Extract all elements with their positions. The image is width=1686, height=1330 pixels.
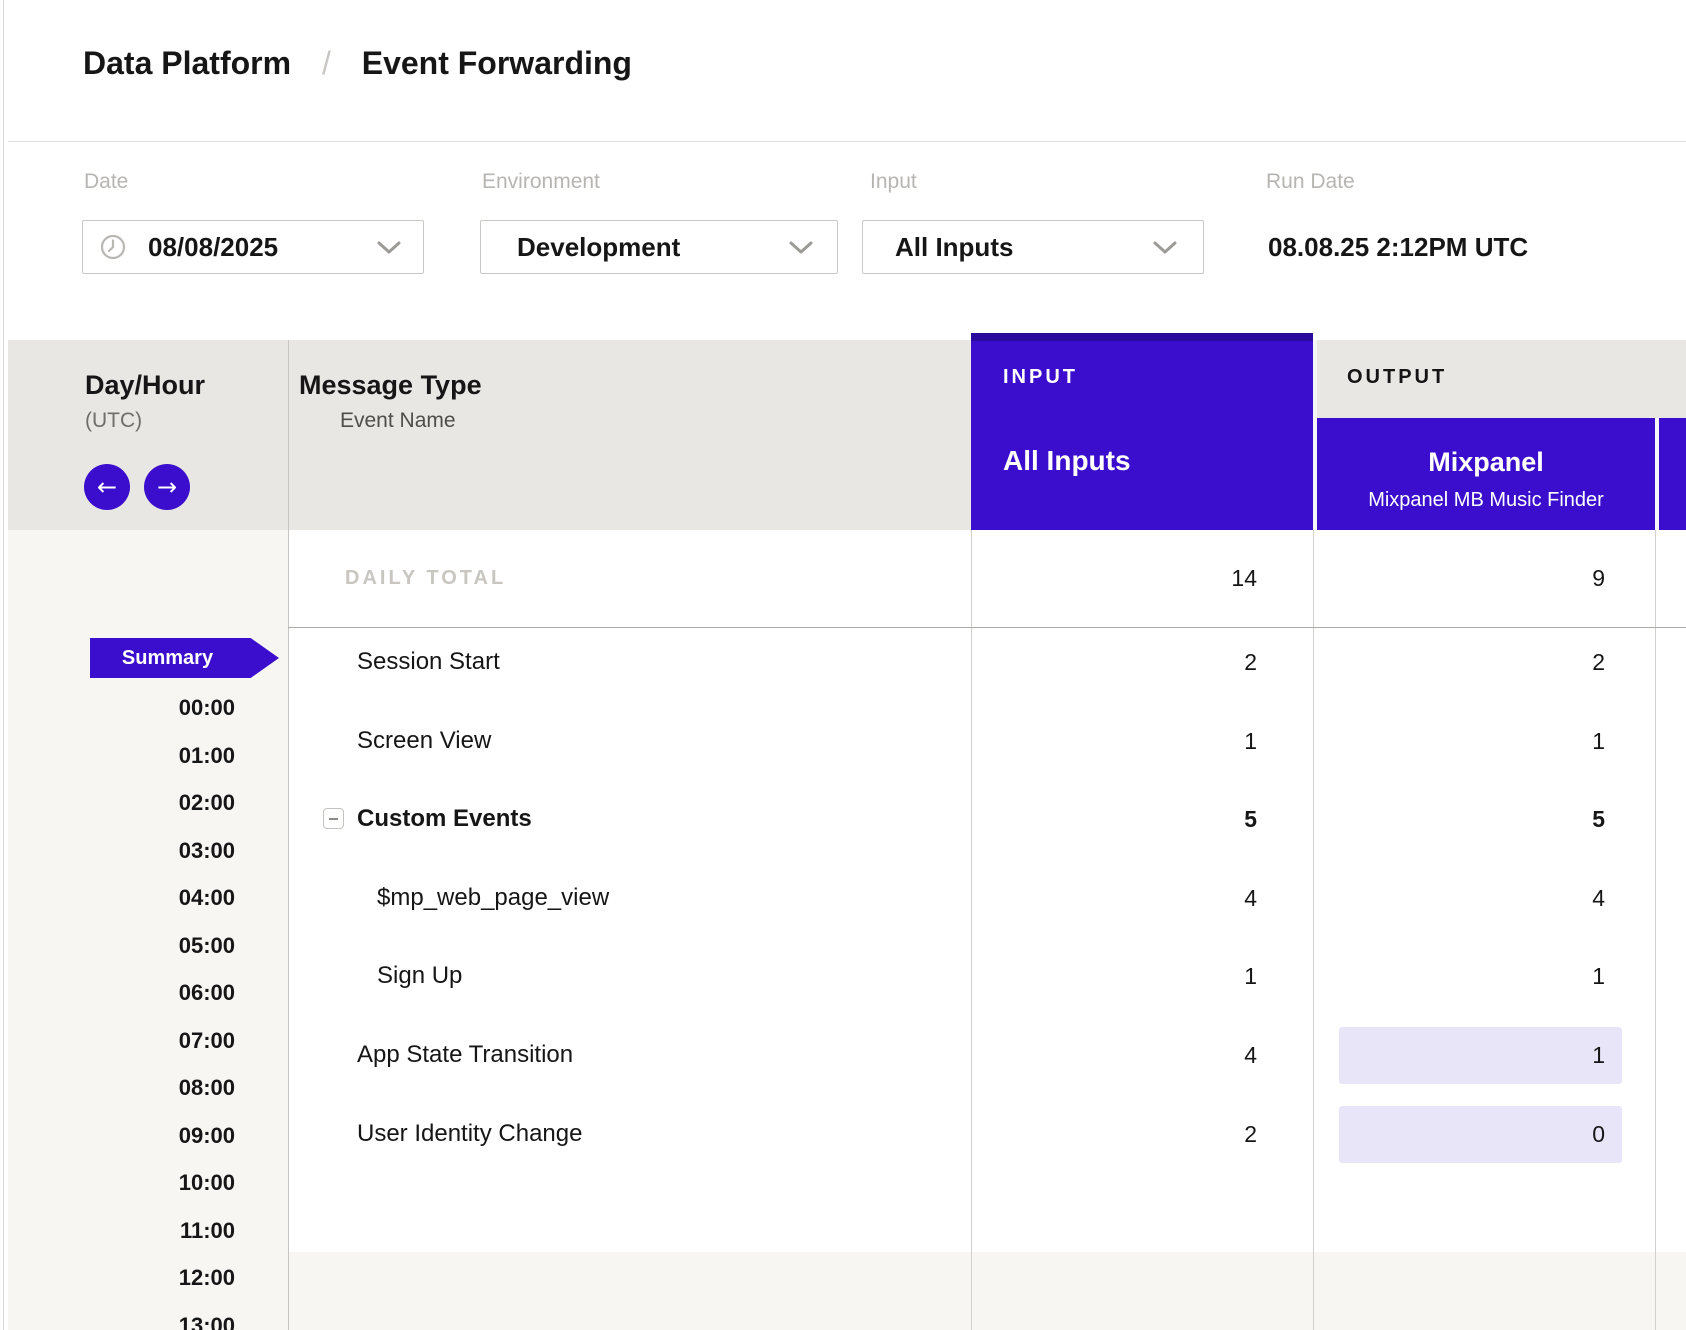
hour-label-0400[interactable]: 04:00 [8,883,235,913]
hour-label-1200[interactable]: 12:00 [8,1263,235,1293]
breadcrumb-section[interactable]: Data Platform [83,45,291,81]
hour-label-0100[interactable]: 01:00 [8,741,235,771]
row-label: Session Start [357,645,500,679]
row-label: Sign Up [377,959,462,993]
hour-label-0000[interactable]: 00:00 [8,693,235,723]
input-count-cell: 2 [991,646,1257,678]
output-count-cell: 5 [1333,803,1605,835]
window-left-edge [3,0,4,1330]
row-label: Custom Events [357,802,532,836]
hour-label-0900[interactable]: 09:00 [8,1121,235,1151]
summary-row-badge[interactable]: Summary [90,638,279,678]
input-dropdown-value: All Inputs [895,220,1013,274]
hour-label-0600[interactable]: 06:00 [8,978,235,1008]
breadcrumb-divider: / [300,45,353,81]
row-label: Screen View [357,724,491,758]
breadcrumb-page-title: Event Forwarding [362,45,632,81]
next-day-button[interactable]: → [144,464,190,510]
daily-total-separator [288,627,1686,628]
hour-label-1300[interactable]: 13:00 [8,1311,235,1330]
input-column-eyebrow: INPUT [1003,364,1078,390]
environment-filter-label: Environment [482,168,600,196]
run-date-value: 08.08.25 2:12PM UTC [1268,220,1528,274]
input-filter-label: Input [870,168,917,196]
input-chevron-down-icon [1152,241,1178,255]
output-count-cell: 1 [1333,1039,1605,1071]
header-divider [8,141,1686,142]
collapse-icon[interactable] [323,808,344,829]
day-hour-column-subtitle: (UTC) [85,408,142,434]
environment-chevron-down-icon [788,241,814,255]
day-hour-column-title: Day/Hour [85,369,205,401]
date-chevron-down-icon [376,241,402,255]
date-filter-label: Date [84,168,128,196]
input-count-cell: 2 [991,1118,1257,1150]
rail-column-divider [288,340,289,1330]
mixpanel-output-subtitle: Mixpanel MB Music Finder [1317,487,1655,513]
previous-day-button[interactable]: ← [84,464,130,510]
input-count-cell: 4 [991,882,1257,914]
input-count-cell: 1 [991,725,1257,757]
clock-icon [100,234,126,260]
hour-label-1100[interactable]: 11:00 [8,1216,235,1246]
hour-label-1000[interactable]: 10:00 [8,1168,235,1198]
message-type-column-title: Message Type [299,369,482,401]
event-name-column-subtitle: Event Name [340,408,456,434]
next-output-header-partial[interactable] [1659,418,1686,530]
input-output-column-divider [1313,530,1314,1330]
row-label: App State Transition [357,1038,573,1072]
environment-dropdown-value: Development [517,220,680,274]
output-count-cell: 1 [1333,725,1605,757]
input-column-name: All Inputs [1003,443,1131,479]
input-count-cell: 4 [991,1039,1257,1071]
mixpanel-output-name: Mixpanel [1317,445,1655,479]
hour-label-0200[interactable]: 02:00 [8,788,235,818]
minus-glyph [329,818,338,820]
output-count-cell: 2 [1333,646,1605,678]
daily-total-input-value: 14 [991,562,1257,594]
row-label: User Identity Change [357,1117,582,1151]
daily-total-label: DAILY TOTAL [345,564,506,592]
date-dropdown-value: 08/08/2025 [148,220,278,274]
below-rows-panel [8,1252,1686,1330]
output-count-cell: 0 [1333,1118,1605,1150]
message-input-column-divider [971,530,972,1330]
daily-total-output-value: 9 [1333,562,1605,594]
run-date-label: Run Date [1266,168,1355,196]
row-label: $mp_web_page_view [377,881,609,915]
output-count-cell: 1 [1333,960,1605,992]
hour-label-0300[interactable]: 03:00 [8,836,235,866]
output-columns-divider [1655,530,1656,1330]
hour-label-0700[interactable]: 07:00 [8,1026,235,1056]
output-column-eyebrow: OUTPUT [1347,364,1447,390]
hour-label-0800[interactable]: 08:00 [8,1073,235,1103]
event-forwarding-page: Data Platform / Event Forwarding Date En… [0,0,1686,1330]
hour-label-0500[interactable]: 05:00 [8,931,235,961]
output-count-cell: 4 [1333,882,1605,914]
input-count-cell: 1 [991,960,1257,992]
input-count-cell: 5 [991,803,1257,835]
breadcrumb: Data Platform / Event Forwarding [83,40,632,86]
input-column-header[interactable] [971,333,1313,530]
